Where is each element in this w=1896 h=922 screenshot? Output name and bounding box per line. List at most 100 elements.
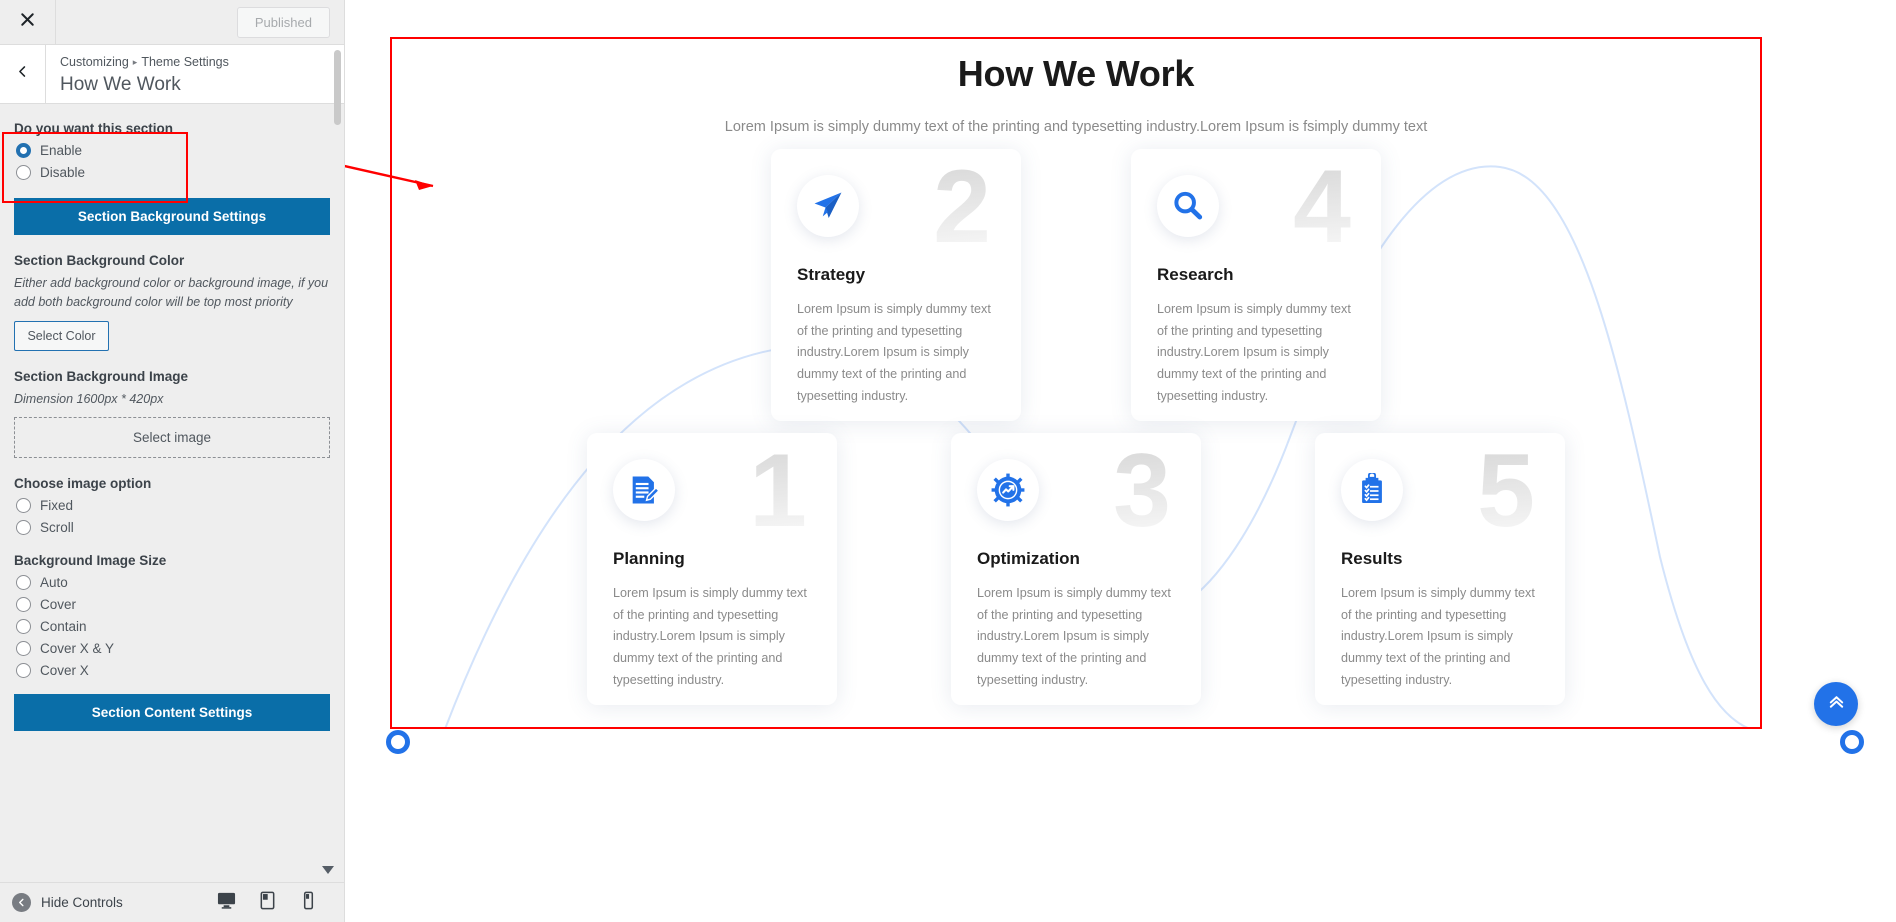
control-image-size: Background Image Size Auto Cover Contain… xyxy=(14,553,330,679)
card-text: Lorem Ipsum is simply dummy text of the … xyxy=(613,586,807,687)
cards-row-bottom: 1 Planning Lorem Ipsum is simply dummy t… xyxy=(390,433,1762,705)
customizer-sidebar: Published Customizing ▸ Theme Settings How… xyxy=(0,0,345,922)
radio-fixed[interactable]: Fixed xyxy=(16,498,330,514)
bg-image-dimension: Dimension 1600px * 420px xyxy=(14,391,164,406)
panel-titles: Customizing ▸ Theme Settings How We Work xyxy=(46,45,229,103)
sidebar-controls: Do you want this section Enable Disable … xyxy=(0,105,344,882)
close-customizer-button[interactable] xyxy=(0,0,56,44)
radio-fixed-label: Fixed xyxy=(40,498,74,514)
card-title: Optimization xyxy=(977,549,1080,568)
card-research[interactable]: 4 Research Lorem Ipsum is simply dummy t… xyxy=(1131,149,1381,421)
double-chevron-up-icon xyxy=(1827,692,1846,716)
card-number: 5 xyxy=(1477,433,1535,549)
sidebar-scrollbar[interactable] xyxy=(334,50,341,125)
annotation-arrow xyxy=(345,164,434,190)
radio-cover-label: Cover xyxy=(40,597,77,613)
bg-image-label: Section Background Image xyxy=(14,368,189,384)
card-planning[interactable]: 1 Planning Lorem Ipsum is simply dummy t… xyxy=(587,433,837,705)
radio-cover-indicator[interactable] xyxy=(16,597,31,613)
select-image-button[interactable]: Select image xyxy=(14,417,330,459)
card-results[interactable]: 5 Results Lorem Ipsum is simply dummy te… xyxy=(1315,433,1565,705)
gear-chart-icon xyxy=(977,459,1039,521)
card-title: Planning xyxy=(613,549,685,568)
radio-scroll-indicator[interactable] xyxy=(16,520,31,536)
customizer-app: Published Customizing ▸ Theme Settings How… xyxy=(0,0,1896,922)
site-preview: How We Work Lorem Ipsum is simply dummy … xyxy=(345,0,1896,922)
how-we-work-section: How We Work Lorem Ipsum is simply dummy … xyxy=(390,37,1762,729)
radio-auto-indicator[interactable] xyxy=(16,575,31,591)
document-edit-icon xyxy=(613,459,675,521)
radio-disable[interactable]: Disable xyxy=(16,165,330,180)
paper-plane-icon xyxy=(797,175,859,237)
control-bg-image: Section Background Image Dimension 1600p… xyxy=(14,369,330,459)
card-optimization[interactable]: 3 Optimization Lorem Ipsum is simply dum… xyxy=(951,433,1201,705)
radio-cover-x[interactable]: Cover X xyxy=(16,663,330,679)
card-number: 1 xyxy=(749,433,807,549)
card-title: Results xyxy=(1341,549,1403,568)
sidebar-panel-header: Customizing ▸ Theme Settings How We Work xyxy=(0,45,344,104)
card-number: 2 xyxy=(933,149,991,265)
select-color-button[interactable]: Select Color xyxy=(14,320,109,351)
chevron-left-circle-icon xyxy=(12,893,31,912)
resize-handle-left[interactable] xyxy=(386,730,410,754)
tablet-icon[interactable] xyxy=(258,891,277,915)
section-content-settings-button[interactable]: Section Content Settings xyxy=(14,694,330,732)
radio-auto[interactable]: Auto xyxy=(16,575,330,591)
mobile-icon[interactable] xyxy=(299,891,318,915)
chevron-left-icon xyxy=(16,65,29,83)
radio-cover-xy[interactable]: Cover X & Y xyxy=(16,641,330,657)
breadcrumb: Customizing ▸ Theme Settings xyxy=(60,54,229,72)
radio-enable-indicator[interactable] xyxy=(16,143,31,158)
card-number: 3 xyxy=(1113,433,1171,549)
desktop-icon[interactable] xyxy=(217,891,236,915)
resize-handle-right[interactable] xyxy=(1840,730,1864,754)
radio-contain[interactable]: Contain xyxy=(16,619,330,635)
card-strategy[interactable]: 2 Strategy Lorem Ipsum is simply dummy t… xyxy=(771,149,1021,421)
radio-fixed-indicator[interactable] xyxy=(16,498,31,514)
image-option-label: Choose image option xyxy=(14,476,152,492)
radio-auto-label: Auto xyxy=(40,575,68,591)
scroll-to-top-button[interactable] xyxy=(1814,682,1858,726)
chevron-down-icon[interactable] xyxy=(322,866,334,874)
radio-cover-xy-indicator[interactable] xyxy=(16,641,31,657)
magnifier-icon xyxy=(1157,175,1219,237)
page-title: How We Work xyxy=(60,73,181,95)
radio-cover[interactable]: Cover xyxy=(16,597,330,613)
control-bg-settings: Section Background Settings xyxy=(14,198,330,235)
radio-cover-x-label: Cover X xyxy=(40,663,89,679)
card-text: Lorem Ipsum is simply dummy text of the … xyxy=(1157,302,1351,403)
image-size-label: Background Image Size xyxy=(14,553,167,569)
bg-color-label: Section Background Color xyxy=(14,253,185,268)
breadcrumb-root[interactable]: Customizing xyxy=(60,55,129,69)
card-title: Strategy xyxy=(797,265,866,284)
close-icon xyxy=(20,12,35,32)
card-text: Lorem Ipsum is simply dummy text of the … xyxy=(1341,586,1535,687)
section-title: How We Work xyxy=(957,53,1195,94)
radio-contain-indicator[interactable] xyxy=(16,619,31,635)
section-toggle-label: Do you want this section xyxy=(14,121,174,136)
radio-cover-x-indicator[interactable] xyxy=(16,663,31,679)
hide-controls-button[interactable]: Hide Controls xyxy=(12,893,123,912)
bg-color-help: Either add background color or backgroun… xyxy=(14,276,329,309)
radio-enable-label: Enable xyxy=(40,143,83,158)
breadcrumb-parent[interactable]: Theme Settings xyxy=(141,55,229,69)
card-number: 4 xyxy=(1293,149,1351,265)
card-title: Research xyxy=(1157,265,1234,284)
cards-row-top: 2 Strategy Lorem Ipsum is simply dummy t… xyxy=(390,149,1762,421)
radio-scroll-label: Scroll xyxy=(40,520,74,536)
control-bg-color: Section Background Color Either add back… xyxy=(14,253,330,351)
radio-enable[interactable]: Enable xyxy=(16,143,330,158)
publish-button[interactable]: Published xyxy=(236,6,330,38)
control-content-settings: Section Content Settings xyxy=(14,694,330,732)
card-text: Lorem Ipsum is simply dummy text of the … xyxy=(977,586,1171,687)
card-text: Lorem Ipsum is simply dummy text of the … xyxy=(797,302,991,403)
radio-scroll[interactable]: Scroll xyxy=(16,520,330,536)
back-button[interactable] xyxy=(0,45,46,103)
radio-cover-xy-label: Cover X & Y xyxy=(40,641,115,657)
section-background-settings-button[interactable]: Section Background Settings xyxy=(14,198,330,235)
clipboard-check-icon xyxy=(1341,459,1403,521)
section-subtitle: Lorem Ipsum is simply dummy text of the … xyxy=(724,119,1428,135)
sidebar-topbar: Published xyxy=(0,0,344,45)
radio-disable-indicator[interactable] xyxy=(16,165,31,180)
